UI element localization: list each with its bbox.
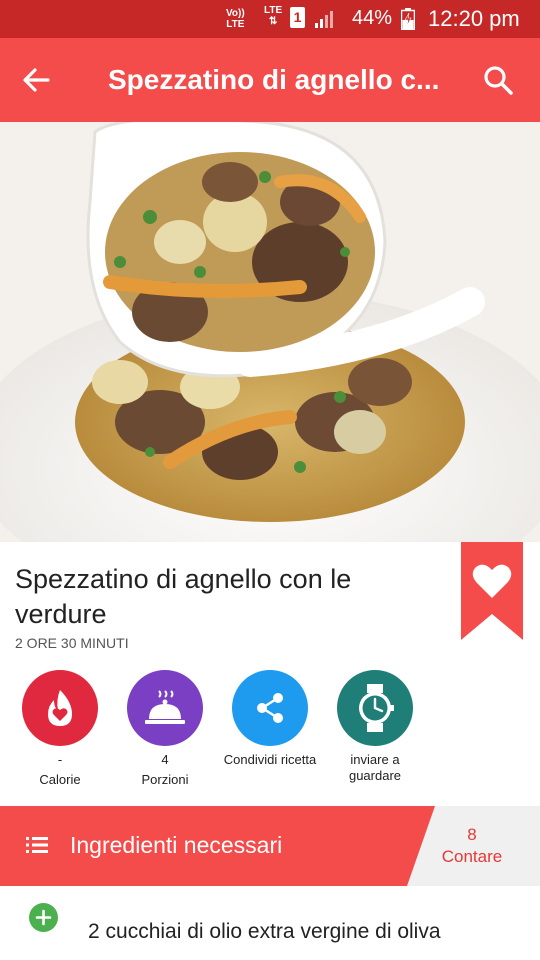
servings-value: 4	[161, 752, 169, 767]
signal-icon	[315, 11, 333, 28]
servings-button[interactable]: 4 Porzioni	[115, 670, 215, 788]
recipe-actions: - Calorie 4 Porzioni Condividi ricetta i…	[0, 670, 540, 800]
send-to-watch-label: inviare a guardare	[348, 752, 402, 783]
recipe-card: Spezzatino di agnello con le verdure 2 O…	[0, 542, 540, 806]
flame-icon	[22, 670, 98, 746]
share-icon	[232, 670, 308, 746]
watch-icon	[337, 670, 413, 746]
clock: 12:20 pm	[428, 6, 520, 31]
page-title: Spezzatino di agnello c...	[108, 64, 440, 95]
lte-indicator: LTE ⇅	[264, 5, 283, 27]
calories-label: Calorie	[39, 772, 81, 787]
add-ingredient-button[interactable]	[29, 903, 58, 932]
search-icon[interactable]	[482, 64, 514, 96]
arrow-left-icon[interactable]	[20, 64, 52, 96]
battery-percent: 44%	[352, 7, 393, 29]
volte-indicator: Vo)) LTE	[226, 8, 245, 30]
send-to-watch-button[interactable]: inviare a guardare	[325, 670, 425, 784]
ingredients-count: 8 Contare	[422, 824, 522, 868]
sim-indicator: 1	[290, 7, 305, 28]
list-icon	[26, 837, 48, 853]
list-item: 2 cucchiai di olio extra vergine di oliv…	[0, 886, 540, 960]
recipe-photo	[0, 122, 540, 542]
share-recipe-label: Condividi ricetta	[223, 752, 317, 767]
ingredients-count-label: Contare	[441, 847, 503, 866]
recipe-duration: 2 ORE 30 MINUTI	[15, 635, 129, 651]
serving-dish-icon	[127, 670, 203, 746]
calories-value: -	[57, 752, 63, 767]
servings-label: Porzioni	[141, 772, 189, 787]
recipe-title: Spezzatino di agnello con le verdure	[15, 564, 352, 629]
share-recipe-button[interactable]: Condividi ricetta	[220, 670, 320, 768]
app-bar: Spezzatino di agnello c...	[0, 38, 540, 122]
battery-charging-icon	[401, 8, 415, 30]
favorite-bookmark-icon[interactable]	[461, 542, 523, 640]
plus-icon	[35, 909, 52, 926]
ingredients-count-value: 8	[467, 825, 477, 844]
ingredient-text: 2 cucchiai di olio extra vergine di oliv…	[88, 920, 441, 943]
calories-button[interactable]: - Calorie	[10, 670, 110, 788]
ingredients-header-label: Ingredienti necessari	[70, 832, 283, 858]
ingredients-header[interactable]: Ingredienti necessari 8 Contare	[0, 806, 540, 886]
status-bar: Vo)) LTE LTE ⇅ 1 44% 12:20 pm	[0, 0, 540, 38]
